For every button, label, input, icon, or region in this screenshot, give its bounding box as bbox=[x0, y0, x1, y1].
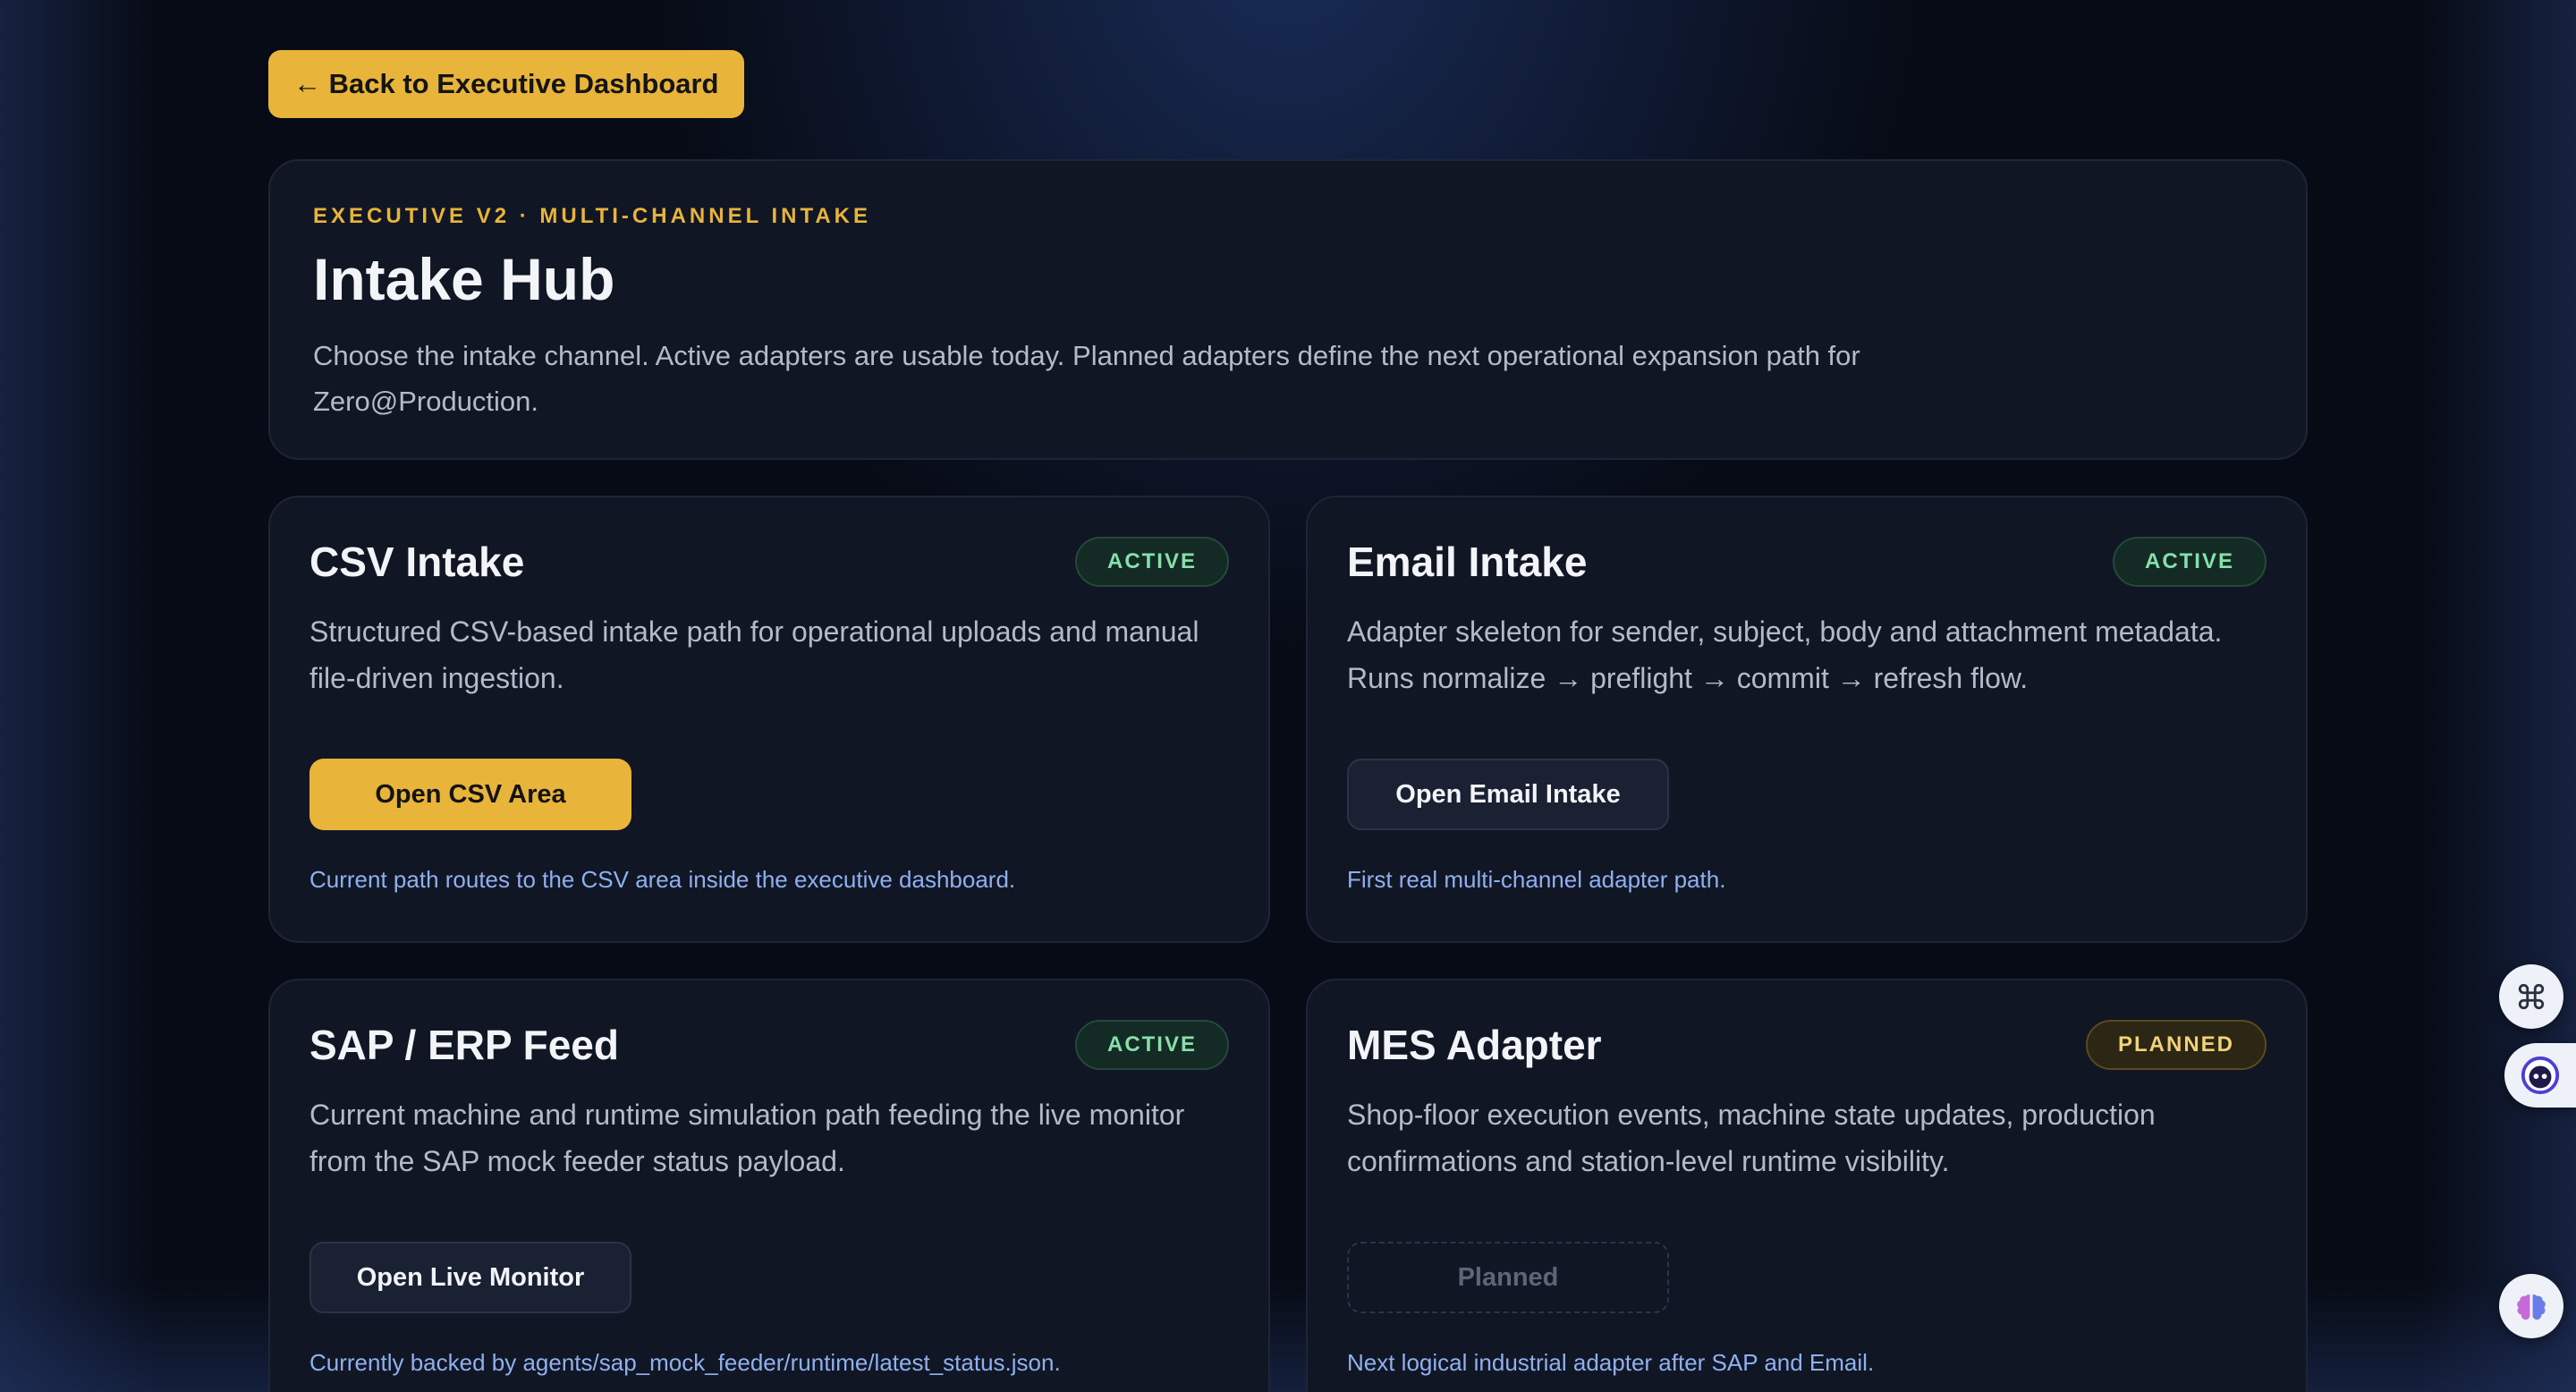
card-note: Currently backed by agents/sap_mock_feed… bbox=[309, 1349, 1061, 1376]
page-container: ← Back to Executive Dashboard EXECUTIVE … bbox=[268, 50, 2308, 1392]
status-badge: PLANNED bbox=[2085, 1020, 2267, 1070]
card-email-intake: Email Intake ACTIVE Adapter skeleton for… bbox=[1306, 496, 2308, 943]
assistant-face-icon[interactable] bbox=[2504, 1043, 2576, 1108]
page-title: Intake Hub bbox=[313, 246, 615, 312]
card-note: First real multi-channel adapter path. bbox=[1347, 866, 1726, 893]
card-mes-adapter: MES Adapter PLANNED Shop-floor execution… bbox=[1306, 979, 2308, 1392]
hero-eyebrow: EXECUTIVE V2 · MULTI-CHANNEL INTAKE bbox=[313, 204, 872, 228]
card-note: Current path routes to the CSV area insi… bbox=[309, 866, 1016, 893]
back-to-dashboard-button[interactable]: ← Back to Executive Dashboard bbox=[268, 50, 744, 118]
card-description: Structured CSV-based intake path for ope… bbox=[309, 615, 1199, 694]
status-badge: ACTIVE bbox=[1074, 537, 1229, 587]
card-title: SAP / ERP Feed bbox=[309, 1022, 619, 1068]
card-note: Next logical industrial adapter after SA… bbox=[1347, 1349, 1875, 1376]
status-badge: ACTIVE bbox=[2112, 537, 2267, 587]
card-title: Email Intake bbox=[1347, 539, 1588, 585]
hero-panel: EXECUTIVE V2 · MULTI-CHANNEL INTAKE Inta… bbox=[268, 159, 2308, 460]
card-description: Current machine and runtime simulation p… bbox=[309, 1099, 1185, 1177]
card-title: CSV Intake bbox=[309, 539, 525, 585]
hero-description: Choose the intake channel. Active adapte… bbox=[313, 340, 1860, 417]
open-email-intake-button[interactable]: Open Email Intake bbox=[1347, 759, 1669, 830]
planned-button: Planned bbox=[1347, 1242, 1669, 1313]
open-live-monitor-button[interactable]: Open Live Monitor bbox=[309, 1242, 631, 1313]
card-sap-erp-feed: SAP / ERP Feed ACTIVE Current machine an… bbox=[268, 979, 1270, 1392]
card-csv-intake: CSV Intake ACTIVE Structured CSV-based i… bbox=[268, 496, 1270, 943]
status-badge: ACTIVE bbox=[1074, 1020, 1229, 1070]
card-description: Shop-floor execution events, machine sta… bbox=[1347, 1099, 2156, 1177]
command-icon[interactable] bbox=[2499, 964, 2563, 1029]
brain-icon[interactable] bbox=[2499, 1274, 2563, 1338]
adapter-grid: CSV Intake ACTIVE Structured CSV-based i… bbox=[268, 496, 2308, 1392]
open-csv-area-button[interactable]: Open CSV Area bbox=[309, 759, 631, 830]
card-title: MES Adapter bbox=[1347, 1022, 1602, 1068]
card-description: Adapter skeleton for sender, subject, bo… bbox=[1347, 615, 2223, 694]
